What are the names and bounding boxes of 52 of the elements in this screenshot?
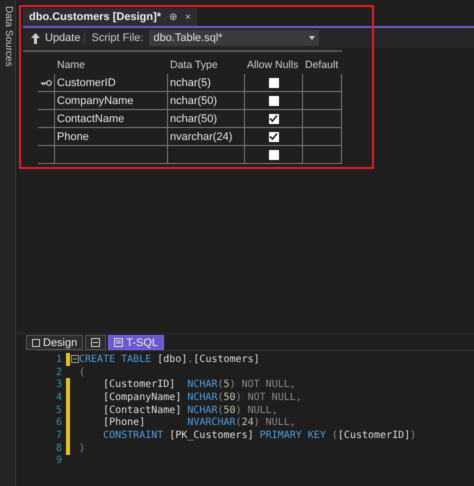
table-cell: nchar(50) bbox=[167, 92, 244, 110]
key-icon bbox=[41, 80, 52, 86]
column-header[interactable]: Name bbox=[54, 56, 167, 74]
document-tab[interactable]: dbo.Customers [Design]* ⊕ × bbox=[23, 8, 197, 26]
sql-file-icon bbox=[114, 338, 124, 347]
caret-icon bbox=[309, 36, 316, 40]
script-file-dropdown[interactable]: dbo.Table.sql* bbox=[149, 30, 320, 46]
line-number: 6 bbox=[54, 417, 62, 428]
code-line: [ContactName] NCHAR(50) NULL, bbox=[102, 404, 278, 416]
code-line: CREATE TABLE [dbo].[Customers] bbox=[79, 354, 260, 365]
checkbox[interactable] bbox=[268, 78, 278, 88]
line-number: 2 bbox=[54, 366, 62, 378]
table-cell: CompanyName bbox=[54, 92, 167, 110]
code-line: ( bbox=[79, 366, 86, 378]
update-button[interactable]: Update bbox=[27, 32, 86, 44]
t-sql-tab[interactable]: T-SQL bbox=[108, 335, 164, 350]
checkbox[interactable] bbox=[268, 150, 278, 160]
pin-icon[interactable]: ⊕ bbox=[169, 11, 178, 23]
table-cell: CustomerID bbox=[54, 74, 167, 92]
swap-panes-tab[interactable] bbox=[85, 335, 106, 350]
table-cell: nchar(50) bbox=[167, 110, 244, 128]
checkbox[interactable] bbox=[268, 96, 278, 106]
column-header[interactable]: Data Type bbox=[167, 56, 244, 74]
column-header[interactable]: Default bbox=[302, 56, 342, 74]
table-cell: nchar(5) bbox=[167, 74, 244, 92]
collapse-icon[interactable] bbox=[70, 355, 78, 364]
column-header[interactable]: Allow Nulls bbox=[244, 56, 302, 74]
table-cell: ContactName bbox=[54, 110, 167, 128]
line-number: 5 bbox=[54, 404, 62, 416]
swap-panes-icon bbox=[91, 338, 100, 347]
line-number: 8 bbox=[54, 442, 62, 454]
line-number: 3 bbox=[54, 379, 62, 390]
code-line: [CompanyName] NCHAR(50) NOT NULL, bbox=[102, 392, 302, 403]
checkbox[interactable] bbox=[268, 132, 278, 142]
checkbox[interactable] bbox=[268, 114, 278, 124]
code-line: CONSTRAINT [PK_Customers] PRIMARY KEY ([CustomerID]) bbox=[102, 430, 416, 441]
document-tab-title: dbo.Customers [Design]* bbox=[29, 11, 162, 23]
line-number: 1 bbox=[54, 354, 62, 365]
code-line: [CustomerID] NCHAR(5) NOT NULL, bbox=[102, 379, 296, 390]
script-file-label: Script File: bbox=[91, 32, 144, 44]
design-tab[interactable]: Design bbox=[26, 335, 84, 350]
code-line: [Phone] NVARCHAR(24) NULL, bbox=[102, 417, 296, 428]
upload-arrow-icon bbox=[31, 32, 40, 44]
code-line: ) bbox=[79, 442, 86, 454]
close-icon[interactable]: × bbox=[185, 12, 191, 22]
line-number: 4 bbox=[54, 392, 62, 403]
table-cell: Phone bbox=[54, 128, 167, 146]
line-number: 9 bbox=[54, 455, 62, 466]
table-cell: nvarchar(24) bbox=[167, 128, 244, 146]
line-number: 7 bbox=[54, 430, 62, 441]
side-panel-label[interactable]: Data Sources bbox=[2, 6, 13, 67]
design-icon bbox=[32, 338, 40, 346]
